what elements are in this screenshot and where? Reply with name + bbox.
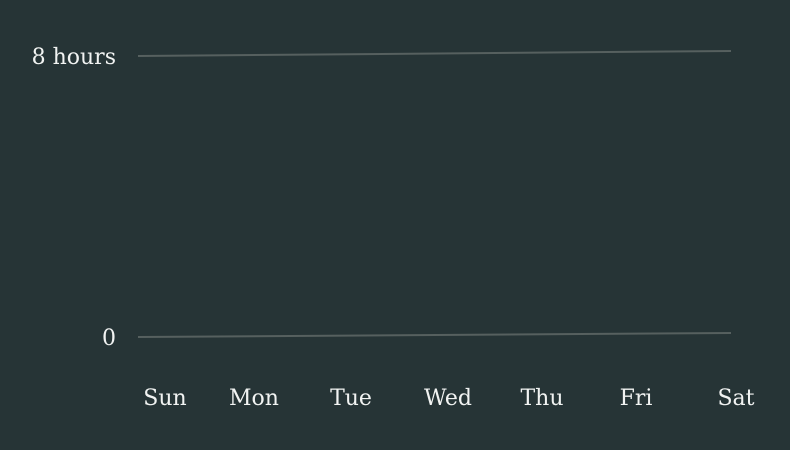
x-tick-label-sun: Sun (143, 386, 186, 411)
chart-svg: 0 8 hours Sun Mon Tue Wed Thu Fri Sat (32, 45, 755, 411)
y-axis-ticks: 0 8 hours (32, 45, 116, 351)
x-tick-label-sat: Sat (717, 386, 754, 411)
x-tick-label-mon: Mon (229, 386, 279, 411)
x-tick-label-tue: Tue (330, 386, 372, 411)
y-tick-label-0: 0 (102, 326, 116, 351)
sleep-chart: 0 8 hours Sun Mon Tue Wed Thu Fri Sat (0, 0, 790, 450)
x-tick-label-wed: Wed (424, 386, 472, 411)
x-tick-label-fri: Fri (620, 386, 653, 411)
x-axis-ticks: Sun Mon Tue Wed Thu Fri Sat (143, 386, 754, 411)
gridline-1 (137, 50, 732, 57)
y-tick-label-1: 8 hours (32, 45, 116, 70)
gridline-0 (137, 332, 732, 338)
x-tick-label-thu: Thu (520, 386, 563, 411)
grid-lines (137, 50, 732, 338)
